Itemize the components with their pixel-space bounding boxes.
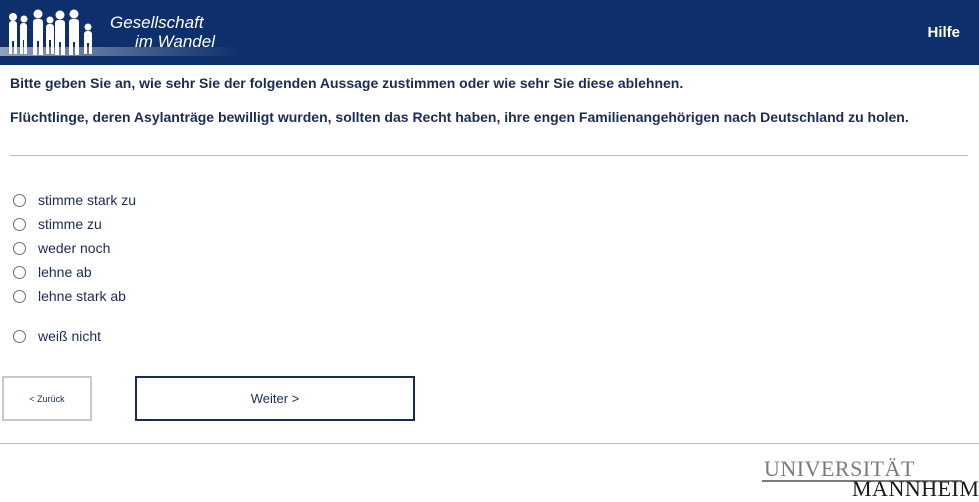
question-statement: Flüchtlinge, deren Asylanträge bewilligt… — [10, 109, 909, 125]
option-stimme-zu[interactable]: stimme zu — [13, 215, 102, 233]
logo-text-line1: Gesellschaft — [110, 13, 204, 32]
option-label: stimme stark zu — [38, 192, 137, 208]
option-label: weder noch — [38, 240, 111, 256]
radio-button[interactable] — [13, 265, 26, 279]
radio-button[interactable] — [13, 217, 26, 231]
gesellschaft-im-wandel-logo: Gesellschaft im Wandel — [0, 0, 240, 65]
option-weiss-nicht[interactable]: weiß nicht — [13, 327, 101, 345]
help-link[interactable]: Hilfe — [927, 24, 960, 41]
next-button[interactable]: Weiter > — [135, 376, 415, 421]
city-text: MANNHEIM — [852, 476, 979, 501]
universitaet-mannheim-logo: UNIVERSITÄT MANNHEIM — [762, 456, 979, 501]
header-bar: Gesellschaft im Wandel Hilfe — [0, 0, 979, 65]
radio-button[interactable] — [13, 289, 26, 303]
option-lehne-ab[interactable]: lehne ab — [13, 263, 92, 281]
option-label: weiß nicht — [38, 328, 102, 344]
option-label: stimme zu — [38, 216, 102, 232]
option-stimme-stark-zu[interactable]: stimme stark zu — [13, 191, 136, 209]
option-lehne-stark-ab[interactable]: lehne stark ab — [13, 287, 126, 305]
option-weder-noch[interactable]: weder noch — [13, 239, 110, 257]
radio-button[interactable] — [13, 241, 26, 255]
option-label: lehne ab — [38, 264, 92, 280]
question-instruction: Bitte geben Sie an, wie sehr Sie der fol… — [10, 75, 684, 91]
divider — [10, 155, 968, 156]
radio-button[interactable] — [13, 329, 26, 343]
option-label: lehne stark ab — [38, 288, 126, 304]
back-button[interactable]: < Zurück — [2, 376, 92, 421]
logo-text-line2: im Wandel — [135, 32, 215, 51]
radio-button[interactable] — [13, 193, 26, 207]
footer-divider — [0, 443, 979, 444]
